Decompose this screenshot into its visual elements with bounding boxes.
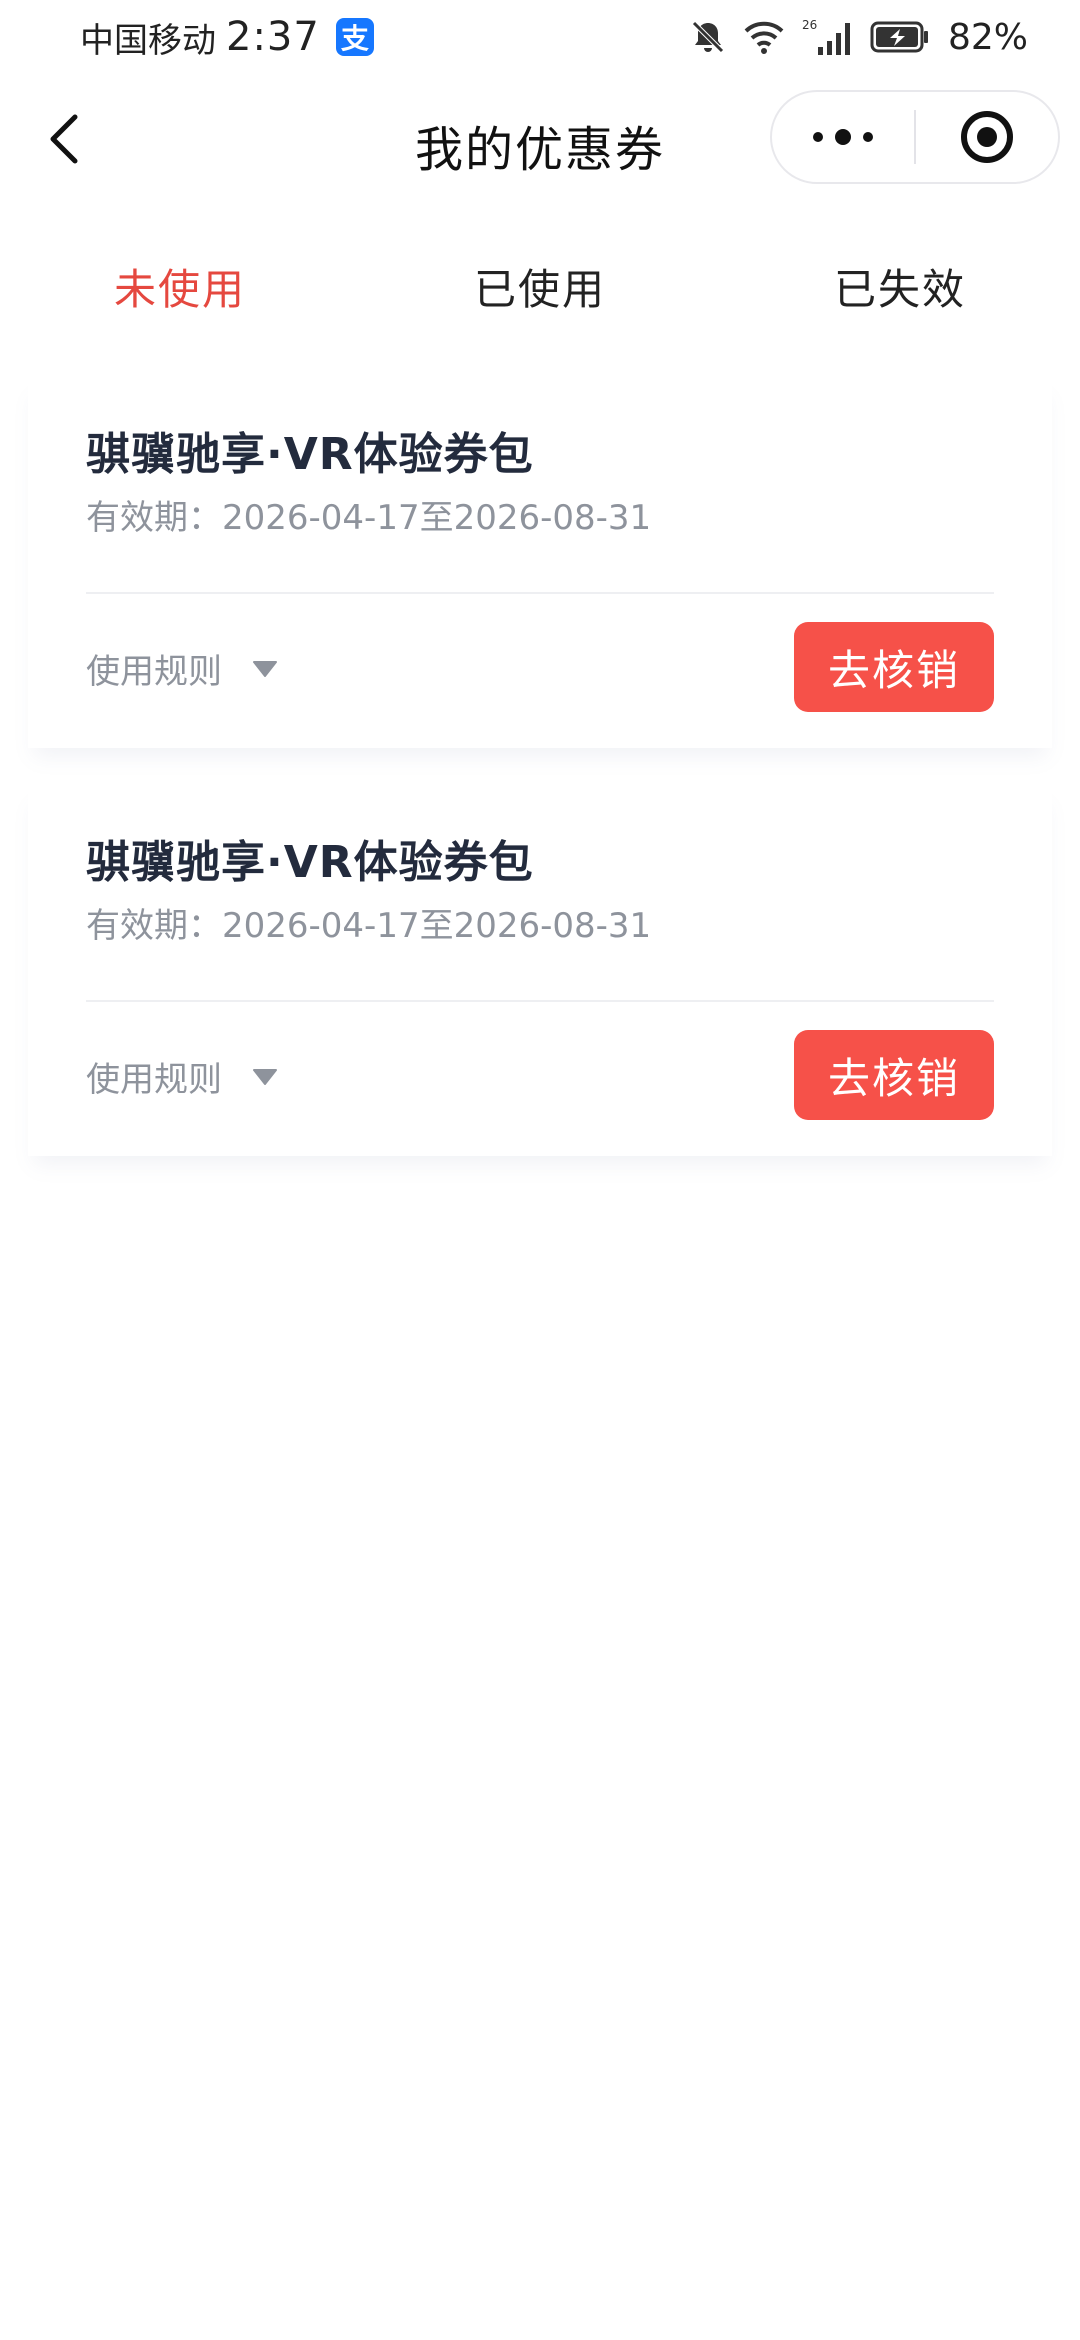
- coupon-page: 中国移动 2:37 支 26 82% 我的优惠券 未使用 已使用 已失效 骐骥驰…: [0, 0, 1080, 2340]
- status-right: 26 82%: [688, 17, 1028, 58]
- coupon-card: 骐骥驰享·VR体验券包 有效期：2026-04-17至2026-08-31 使用…: [28, 786, 1052, 1156]
- status-bar: 中国移动 2:37 支 26 82%: [0, 0, 1080, 74]
- target-circle-icon: [960, 111, 1013, 163]
- usage-rules-toggle[interactable]: 使用规则: [86, 644, 278, 693]
- redeem-button[interactable]: 去核销: [794, 1030, 994, 1120]
- tab-used[interactable]: 已使用: [360, 250, 720, 330]
- network-type: 26: [802, 18, 817, 32]
- coupon-card: 骐骥驰享·VR体验券包 有效期：2026-04-17至2026-08-31 使用…: [28, 378, 1052, 748]
- status-left: 中国移动 2:37 支: [80, 13, 374, 62]
- close-mini-program-button[interactable]: [916, 92, 1058, 182]
- status-time: 2:37: [226, 14, 320, 60]
- coupon-title: 骐骥驰享·VR体验券包: [86, 429, 534, 480]
- redeem-button[interactable]: 去核销: [794, 622, 994, 712]
- wifi-icon: [742, 17, 786, 57]
- mute-bell-icon: [688, 17, 728, 57]
- mini-program-capsule: [770, 90, 1060, 184]
- usage-rules-toggle[interactable]: 使用规则: [86, 1052, 278, 1101]
- triangle-down-icon: [253, 1068, 277, 1085]
- alipay-icon: 支: [335, 18, 374, 56]
- more-dots-icon: [813, 129, 873, 145]
- coupon-validity: 有效期：2026-04-17至2026-08-31: [86, 906, 652, 946]
- battery-charging-icon: [870, 20, 930, 54]
- card-divider: [86, 1000, 994, 1002]
- usage-rules-label: 使用规则: [86, 652, 222, 692]
- battery-percentage: 82%: [947, 16, 1028, 58]
- card-divider: [86, 592, 994, 594]
- nav-bar: 我的优惠券: [0, 74, 1080, 204]
- signal-icon: 26: [800, 17, 856, 57]
- usage-rules-label: 使用规则: [86, 1060, 222, 1100]
- carrier-name: 中国移动: [80, 20, 216, 61]
- triangle-down-icon: [253, 660, 277, 677]
- tab-unused[interactable]: 未使用: [0, 250, 360, 330]
- coupon-title: 骐骥驰享·VR体验券包: [86, 837, 534, 888]
- tab-expired[interactable]: 已失效: [720, 250, 1080, 330]
- more-button[interactable]: [772, 92, 914, 182]
- coupon-validity: 有效期：2026-04-17至2026-08-31: [86, 498, 652, 538]
- coupon-status-tabs: 未使用 已使用 已失效: [0, 250, 1080, 330]
